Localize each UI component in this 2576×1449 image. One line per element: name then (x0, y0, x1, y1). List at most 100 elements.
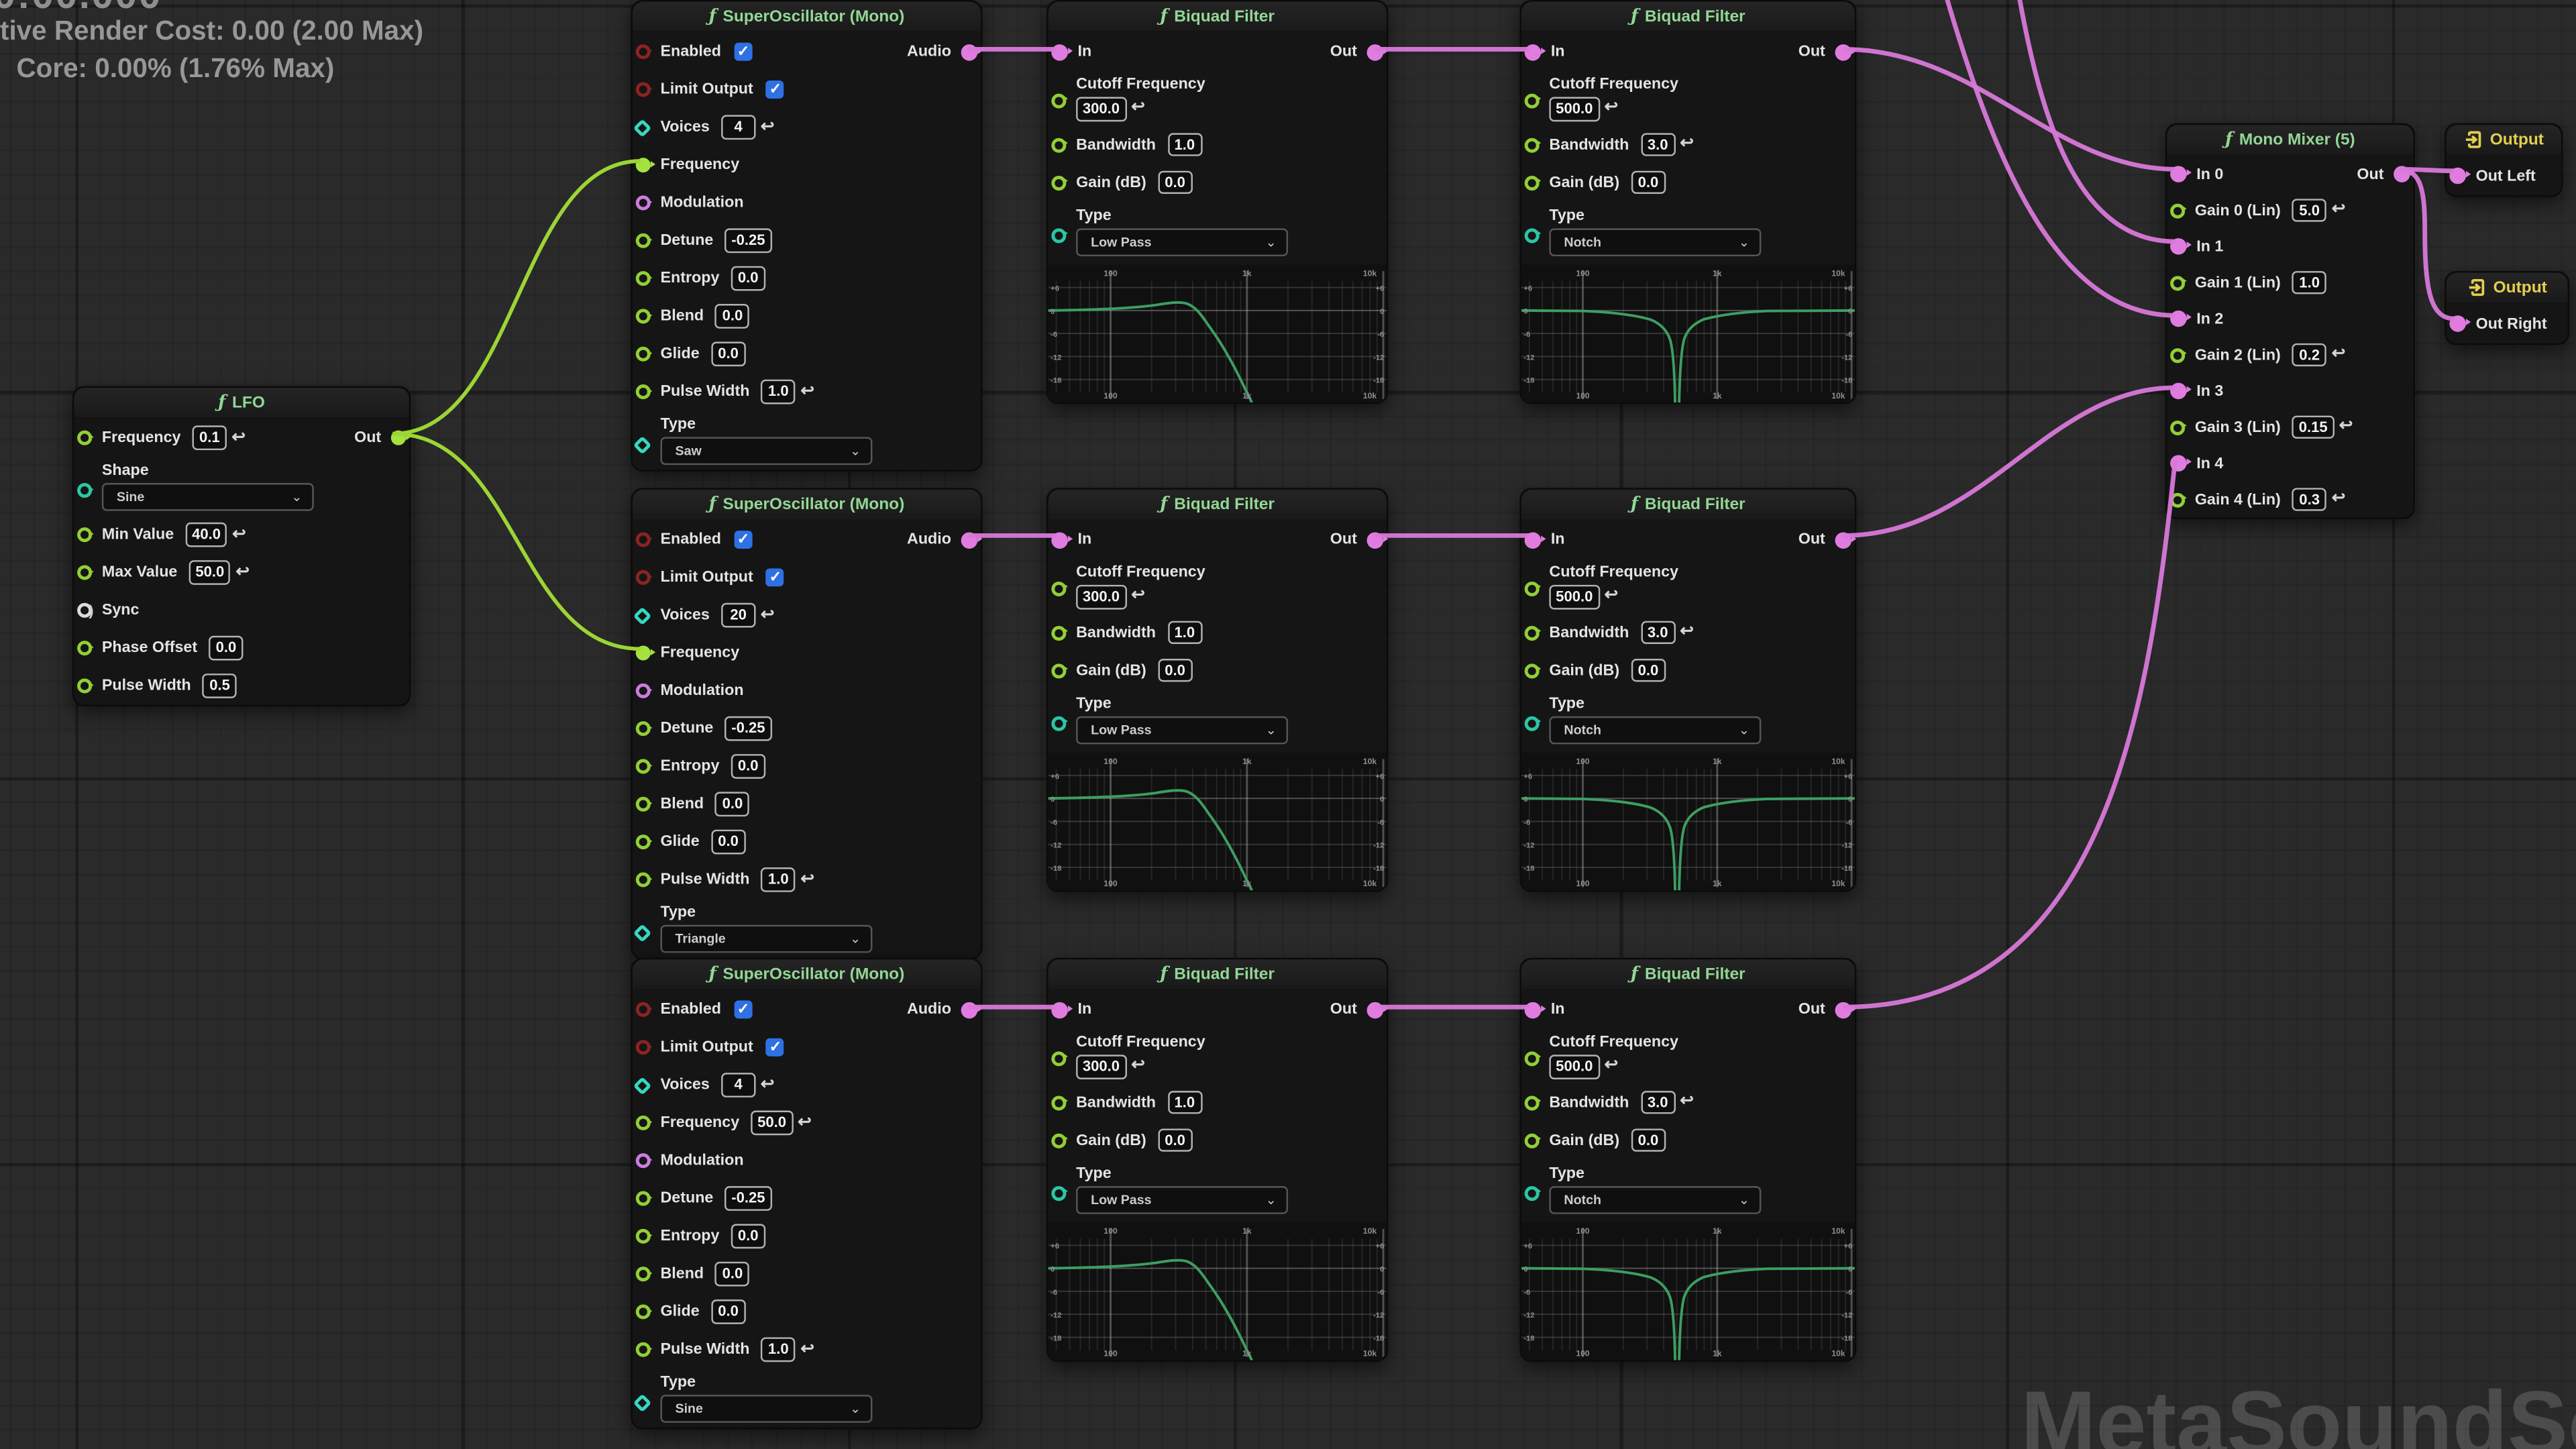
so3-entropy-pin[interactable] (636, 1229, 651, 1244)
so2-glide-value-input[interactable]: 0.0 (711, 830, 745, 854)
reset-arrow-icon[interactable]: ↩ (2332, 491, 2346, 507)
reset-arrow-icon[interactable]: ↩ (2339, 419, 2353, 435)
lp2-cutoff-frequency-pin[interactable] (1051, 581, 1066, 596)
lfo-max-value-value-input[interactable]: 50.0 (189, 561, 231, 585)
reset-arrow-icon[interactable]: ↩ (235, 564, 250, 580)
so1-detune-value-input[interactable]: -0.25 (724, 229, 771, 253)
node-so3[interactable]: ƒSuperOscillator (Mono)Enabled✓AudioLimi… (631, 958, 982, 1430)
lp3-gain-db-pin[interactable] (1051, 1133, 1066, 1148)
node-title-bar[interactable]: ƒBiquad Filter (1048, 1, 1386, 33)
so2-type-dropdown[interactable]: Triangle⌄ (660, 925, 872, 953)
n3-bandwidth-pin[interactable] (1525, 1095, 1540, 1110)
node-title-bar[interactable]: ƒBiquad Filter (1048, 490, 1386, 521)
node-title-bar[interactable]: ƒMono Mixer (5) (2167, 125, 2413, 156)
so3-blend-value-input[interactable]: 0.0 (715, 1262, 749, 1286)
lfo-min-value-value-input[interactable]: 40.0 (185, 523, 227, 547)
node-so1[interactable]: ƒSuperOscillator (Mono)Enabled✓AudioLimi… (631, 0, 982, 472)
so1-entropy-value-input[interactable]: 0.0 (731, 266, 765, 290)
so3-modulation-pin[interactable] (636, 1153, 651, 1168)
reset-arrow-icon[interactable]: ↩ (1131, 1059, 1145, 1075)
so3-frequency-value-input[interactable]: 50.0 (751, 1111, 793, 1135)
n1-bandwidth-pin[interactable] (1525, 137, 1540, 152)
reset-arrow-icon[interactable]: ↩ (798, 1115, 812, 1131)
so3-pulse-width-pin[interactable] (636, 1342, 651, 1357)
node-lfo[interactable]: ƒLFOFrequency0.1↩OutShapeSine⌄Min Value4… (72, 386, 411, 707)
mixer-in-3-pin[interactable] (2170, 383, 2186, 399)
lp3-bandwidth-value-input[interactable]: 1.0 (1167, 1091, 1201, 1115)
n2-type-pin[interactable] (1525, 716, 1540, 731)
so2-blend-value-input[interactable]: 0.0 (715, 792, 749, 816)
so3-glide-pin[interactable] (636, 1304, 651, 1319)
so3-pulse-width-value-input[interactable]: 1.0 (761, 1338, 796, 1362)
n3-cutoff-frequency-value-input[interactable]: 500.0 (1549, 1055, 1599, 1079)
so1-voices-value-input[interactable]: 4 (721, 115, 755, 140)
lfo-phase-offset-value-input[interactable]: 0.0 (209, 636, 243, 660)
so1-type-dropdown[interactable]: Saw⌄ (660, 437, 872, 465)
lp1-in-pin[interactable] (1051, 44, 1067, 60)
n3-gain-db-value-input[interactable]: 0.0 (1631, 1128, 1665, 1152)
wire-offscreen-top-to-mixer-in2[interactable] (1943, 0, 2175, 315)
n2-bandwidth-pin[interactable] (1525, 625, 1540, 640)
lfo-phase-offset-pin[interactable] (77, 641, 92, 655)
n1-cutoff-frequency-value-input[interactable]: 500.0 (1549, 97, 1599, 121)
node-out_right[interactable]: OutputOut Right (2445, 271, 2569, 345)
mixer-gain-2-lin-pin[interactable] (2170, 347, 2185, 362)
mixer-gain-0-lin-value-input[interactable]: 5.0 (2292, 199, 2326, 223)
wire-n3-out-to-mixer-in4[interactable] (1843, 460, 2176, 1008)
so2-limit-output-pin[interactable] (636, 570, 651, 585)
node-title-bar[interactable]: Output (2447, 125, 2561, 156)
so1-limit-output-pin[interactable] (636, 82, 651, 97)
n3-type-dropdown[interactable]: Notch⌄ (1549, 1185, 1761, 1214)
lp3-cutoff-frequency-pin[interactable] (1051, 1051, 1066, 1065)
lp3-type-dropdown[interactable]: Low Pass⌄ (1076, 1185, 1288, 1214)
so2-entropy-value-input[interactable]: 0.0 (731, 755, 765, 779)
so3-audio-out-pin[interactable] (961, 1002, 977, 1018)
lfo-pulse-width-pin[interactable] (77, 678, 92, 693)
lfo-shape-pin[interactable] (77, 483, 92, 498)
lfo-pulse-width-value-input[interactable]: 0.5 (203, 674, 237, 698)
reset-arrow-icon[interactable]: ↩ (1131, 588, 1145, 604)
lp1-gain-db-value-input[interactable]: 0.0 (1158, 170, 1192, 195)
reset-arrow-icon[interactable]: ↩ (800, 384, 814, 400)
lp1-bandwidth-pin[interactable] (1051, 137, 1066, 152)
metasound-graph-canvas[interactable]: ƒLFOFrequency0.1↩OutShapeSine⌄Min Value4… (0, 0, 2576, 1449)
so1-audio-out-pin[interactable] (961, 44, 977, 60)
reset-arrow-icon[interactable]: ↩ (1131, 101, 1145, 117)
mixer-in-2-pin[interactable] (2170, 311, 2186, 327)
so2-blend-pin[interactable] (636, 797, 651, 812)
so3-detune-value-input[interactable]: -0.25 (724, 1187, 771, 1211)
lp1-gain-db-pin[interactable] (1051, 175, 1066, 190)
node-n2[interactable]: ƒBiquad FilterInOutCutoff Frequency500.0… (1519, 488, 1856, 891)
n3-type-pin[interactable] (1525, 1185, 1540, 1200)
n1-gain-db-pin[interactable] (1525, 175, 1540, 190)
wire-lfo-out-to-so1-frequency[interactable] (392, 161, 641, 434)
reset-arrow-icon[interactable]: ↩ (231, 429, 246, 445)
so3-frequency-pin[interactable] (636, 1116, 651, 1130)
mixer-gain-2-lin-value-input[interactable]: 0.2 (2292, 343, 2326, 367)
lp1-cutoff-frequency-pin[interactable] (1051, 93, 1066, 107)
node-title-bar[interactable]: ƒSuperOscillator (Mono) (633, 959, 981, 991)
so1-voices-pin[interactable] (633, 118, 652, 137)
reset-arrow-icon[interactable]: ↩ (1680, 625, 1694, 641)
reset-arrow-icon[interactable]: ↩ (1605, 588, 1619, 604)
lp3-type-pin[interactable] (1051, 1185, 1066, 1200)
mixer-gain-3-lin-value-input[interactable]: 0.15 (2292, 415, 2334, 439)
n1-gain-db-value-input[interactable]: 0.0 (1631, 170, 1665, 195)
n1-type-dropdown[interactable]: Notch⌄ (1549, 227, 1761, 256)
so1-blend-pin[interactable] (636, 309, 651, 323)
so1-glide-pin[interactable] (636, 347, 651, 362)
so1-type-pin[interactable] (633, 436, 652, 455)
so3-voices-pin[interactable] (633, 1076, 652, 1095)
lp3-in-pin[interactable] (1051, 1002, 1067, 1018)
node-title-bar[interactable]: ƒBiquad Filter (1521, 1, 1855, 33)
so2-enabled-pin[interactable] (636, 532, 651, 547)
node-title-bar[interactable]: ƒSuperOscillator (Mono) (633, 1, 981, 33)
node-n3[interactable]: ƒBiquad FilterInOutCutoff Frequency500.0… (1519, 958, 1856, 1361)
reset-arrow-icon[interactable]: ↩ (800, 871, 814, 888)
so3-entropy-value-input[interactable]: 0.0 (731, 1224, 765, 1248)
reset-arrow-icon[interactable]: ↩ (761, 1077, 775, 1093)
lp1-bandwidth-value-input[interactable]: 1.0 (1167, 133, 1201, 157)
n1-type-pin[interactable] (1525, 227, 1540, 242)
wire-lfo-out-to-so2-frequency[interactable] (392, 434, 641, 649)
reset-arrow-icon[interactable]: ↩ (1680, 136, 1694, 152)
